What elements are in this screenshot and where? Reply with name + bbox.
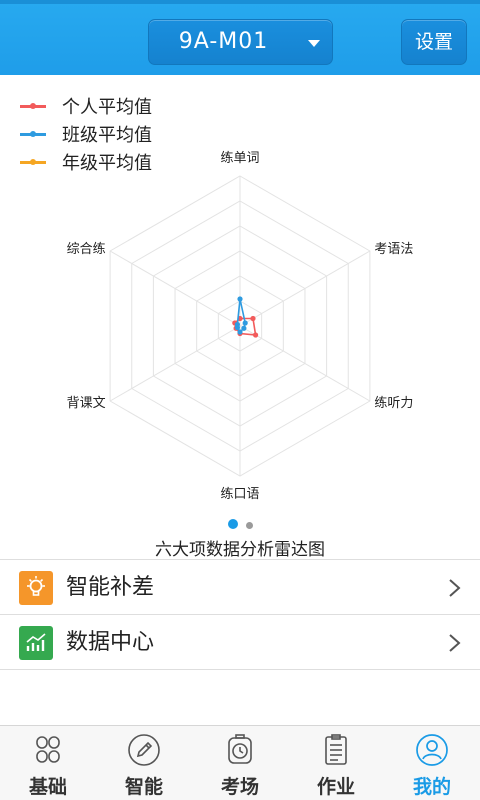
chevron-right-icon [449,634,461,652]
nav-item-exam[interactable]: 考场 [192,726,288,800]
legend-swatch [20,158,46,165]
radar-point [237,329,243,335]
legend-item-grade[interactable]: 年级平均值 [20,148,152,176]
legend-swatch [20,130,46,137]
nav-label: 我的 [412,776,451,798]
settings-button[interactable]: 设置 [401,19,467,65]
nav-item-basics[interactable]: 基础 [0,726,96,800]
nav-item-mine[interactable]: 我的 [384,726,480,800]
feature-menu: 智能补差 数据中心 [0,559,480,670]
pencil-icon [126,732,162,768]
nav-label: 基础 [28,776,67,798]
legend-item-personal[interactable]: 个人平均值 [20,92,152,120]
class-select-value: 9A-M01 [178,29,269,54]
legend-swatch [20,102,46,109]
legend-label: 个人平均值 [62,97,152,118]
radar-point [242,320,248,326]
nav-label: 作业 [316,776,355,798]
list-icon [318,732,354,768]
nav-item-smart[interactable]: 智能 [96,726,192,800]
top-bar: 9A-M01 设置 [0,0,480,75]
page-indicator [0,519,480,529]
nav-label: 智能 [124,776,163,798]
legend-label: 年级平均值 [62,153,152,174]
bottom-nav: 基础 智能 考场 作业 我的 [0,725,480,800]
menu-item-label: 智能补差 [66,575,155,600]
menu-item-label: 数据中心 [66,630,155,655]
radar-point [241,325,247,331]
chart-icon [19,626,53,660]
radar-axis-label: 背课文 [67,396,106,411]
nav-label: 考场 [220,776,259,798]
radar-axis-label: 练口语 [220,487,259,502]
radar-axis-label: 练单词 [220,151,259,166]
nav-item-homework[interactable]: 作业 [288,726,384,800]
radar-axis-label: 考语法 [374,242,413,257]
radar-point [250,315,256,322]
menu-item-smart-remedial[interactable]: 智能补差 [0,560,480,615]
chevron-right-icon [449,579,461,597]
radar-point [234,321,241,328]
page-dot-active[interactable] [227,519,238,529]
menu-item-data-center[interactable]: 数据中心 [0,615,480,670]
lightbulb-icon [19,571,53,605]
grid-icon [30,732,66,768]
screen: 9A-M01 设置 练单词考语法练听力练口语 背课文 综合练 个人平均值 班级平均值… [0,0,480,800]
chevron-down-icon [308,40,320,47]
radar-point [237,296,243,302]
legend-item-class[interactable]: 班级平均值 [20,120,152,148]
user-icon [414,732,450,768]
clock-icon [222,732,258,768]
page-dot[interactable] [245,522,253,529]
legend-label: 班级平均值 [62,125,152,146]
chart-caption: 六大项数据分析雷达图 [155,540,325,560]
class-select-dropdown[interactable]: 9A-M01 [148,19,333,65]
radar-point [252,332,259,338]
chart-legend: 个人平均值 班级平均值 年级平均值 [20,92,152,176]
radar-axis-label: 练听力 [374,396,413,411]
radar-axis-label: 综合练 [67,242,106,257]
